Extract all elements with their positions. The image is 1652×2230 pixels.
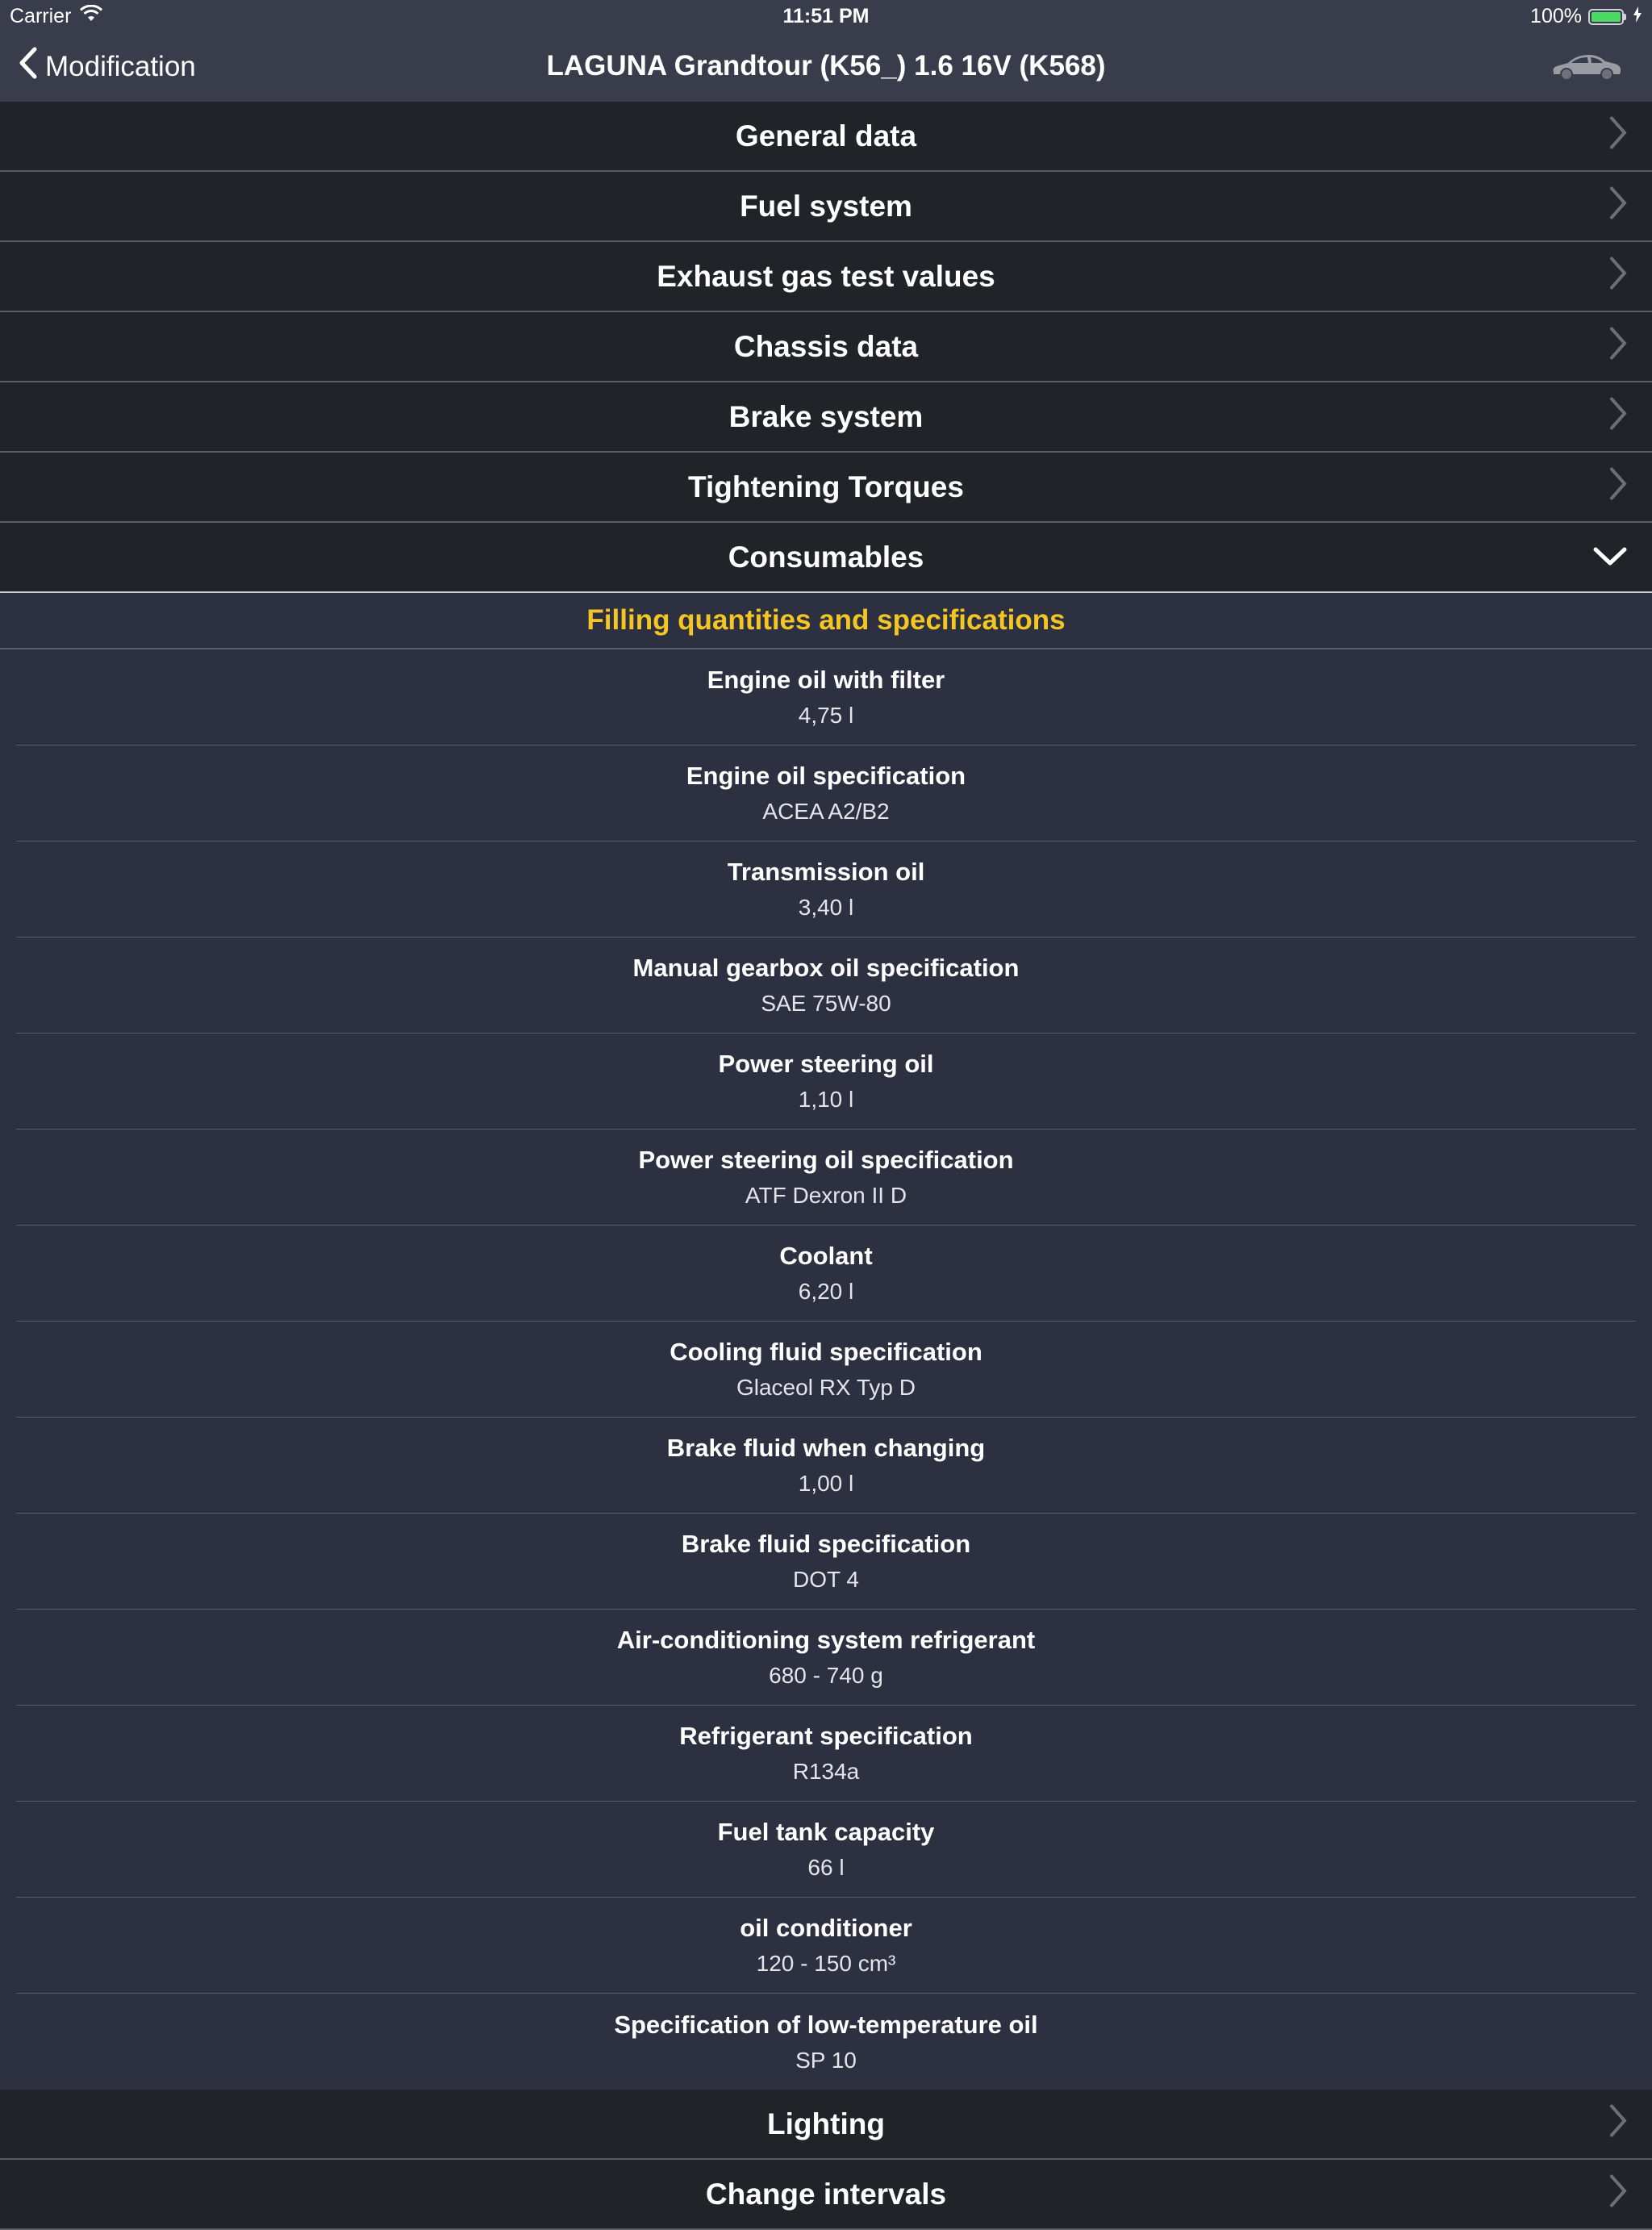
- chevron-right-icon: [1608, 466, 1628, 508]
- car-icon[interactable]: [1549, 50, 1623, 86]
- list-item: Engine oil with filter 4,75 l: [16, 649, 1636, 745]
- item-value: 6,20 l: [798, 1279, 854, 1304]
- chevron-down-icon: [1592, 541, 1628, 574]
- chevron-right-icon: [1608, 255, 1628, 298]
- list-item: Brake fluid when changing 1,00 l: [16, 1418, 1636, 1514]
- item-label: Engine oil with filter: [707, 666, 945, 694]
- item-value: 66 l: [807, 1855, 845, 1880]
- list-item: Coolant 6,20 l: [16, 1226, 1636, 1322]
- chevron-right-icon: [1608, 2103, 1628, 2145]
- list-item: Refrigerant specification R134a: [16, 1706, 1636, 1802]
- list-item: Power steering oil 1,10 l: [16, 1034, 1636, 1130]
- category-list: General data Fuel system Exhaust gas tes…: [0, 102, 1652, 2230]
- list-item: Engine oil specification ACEA A2/B2: [16, 745, 1636, 841]
- item-label: Fuel tank capacity: [717, 1818, 935, 1846]
- category-row-exhaust-gas[interactable]: Exhaust gas test values: [0, 242, 1652, 312]
- list-item: oil conditioner 120 - 150 cm³: [16, 1898, 1636, 1994]
- list-item: Manual gearbox oil specification SAE 75W-…: [16, 938, 1636, 1034]
- item-label: Cooling fluid specification: [670, 1338, 982, 1366]
- battery-group: 100%: [1530, 5, 1642, 28]
- section-header: Filling quantities and specifications: [0, 593, 1652, 649]
- item-label: Refrigerant specification: [679, 1722, 973, 1750]
- item-value: ACEA A2/B2: [762, 799, 890, 824]
- item-label: Brake fluid when changing: [666, 1434, 986, 1462]
- chevron-right-icon: [1608, 185, 1628, 228]
- chevron-left-icon: [18, 47, 39, 86]
- chevron-right-icon: [1608, 395, 1628, 438]
- list-item: Transmission oil 3,40 l: [16, 841, 1636, 938]
- section-title: Filling quantities and specifications: [586, 604, 1066, 636]
- category-label: Chassis data: [733, 329, 919, 363]
- category-row-fuel-system[interactable]: Fuel system: [0, 172, 1652, 242]
- item-label: Power steering oil specification: [638, 1146, 1014, 1174]
- item-value: R134a: [792, 1759, 860, 1784]
- item-label: oil conditioner: [740, 1914, 912, 1942]
- back-button[interactable]: Modification: [18, 47, 196, 86]
- category-label: Brake system: [728, 399, 924, 433]
- category-label: General data: [735, 119, 917, 152]
- item-label: Brake fluid specification: [681, 1530, 971, 1558]
- battery-icon: [1588, 8, 1626, 25]
- category-label: Tightening Torques: [688, 470, 964, 503]
- list-item: Fuel tank capacity 66 l: [16, 1802, 1636, 1898]
- item-value: SP 10: [795, 2047, 857, 2073]
- item-value: 120 - 150 cm³: [756, 1951, 896, 1976]
- charging-icon: [1633, 5, 1642, 28]
- item-label: Air-conditioning system refrigerant: [616, 1626, 1036, 1654]
- list-item: Cooling fluid specification Glaceol RX Ty…: [16, 1322, 1636, 1418]
- list-item: Brake fluid specification DOT 4: [16, 1514, 1636, 1610]
- item-value: 3,40 l: [798, 895, 854, 920]
- list-item: Power steering oil specification ATF Dexr…: [16, 1130, 1636, 1226]
- item-value: 1,10 l: [798, 1087, 854, 1112]
- item-value: SAE 75W-80: [761, 991, 891, 1016]
- category-row-lighting[interactable]: Lighting: [0, 2090, 1652, 2160]
- battery-percent: 100%: [1530, 5, 1582, 27]
- item-label: Transmission oil: [727, 858, 925, 886]
- list-item: Air-conditioning system refrigerant 680 -…: [16, 1610, 1636, 1706]
- status-bar: Carrier 11:51 PM 100%: [0, 0, 1652, 32]
- item-value: DOT 4: [793, 1567, 859, 1592]
- chevron-right-icon: [1608, 325, 1628, 368]
- item-label: Manual gearbox oil specification: [632, 954, 1020, 982]
- navigation-bar: Modification LAGUNA Grandtour (K56_) 1.6…: [0, 32, 1652, 102]
- category-row-brake-system[interactable]: Brake system: [0, 382, 1652, 453]
- category-label: Change intervals: [705, 2177, 947, 2211]
- category-row-general-data[interactable]: General data: [0, 102, 1652, 172]
- chevron-right-icon: [1608, 2173, 1628, 2215]
- status-time: 11:51 PM: [782, 5, 870, 27]
- category-row-consumables[interactable]: Consumables: [0, 523, 1652, 593]
- item-label: Specification of low-temperature oil: [614, 2010, 1038, 2039]
- item-label: Power steering oil: [718, 1050, 934, 1078]
- item-value: 680 - 740 g: [769, 1663, 883, 1688]
- item-value: ATF Dexron II D: [745, 1183, 907, 1208]
- category-row-chassis-data[interactable]: Chassis data: [0, 312, 1652, 382]
- back-button-label: Modification: [45, 50, 196, 82]
- chevron-right-icon: [1608, 115, 1628, 157]
- item-value: Glaceol RX Typ D: [736, 1375, 916, 1400]
- category-label: Fuel system: [740, 189, 912, 223]
- category-row-tightening-torques[interactable]: Tightening Torques: [0, 453, 1652, 523]
- category-label: Lighting: [767, 2107, 885, 2140]
- category-label: Exhaust gas test values: [657, 259, 995, 293]
- item-label: Engine oil specification: [686, 762, 966, 790]
- category-list-bottom: Lighting Change intervals: [0, 2090, 1652, 2230]
- category-row-change-intervals[interactable]: Change intervals: [0, 2160, 1652, 2230]
- item-label: Coolant: [779, 1242, 873, 1270]
- category-label: Consumables: [728, 540, 924, 574]
- item-value: 1,00 l: [798, 1471, 854, 1496]
- list-item: Specification of low-temperature oil SP 1…: [16, 1994, 1636, 2090]
- page-title: LAGUNA Grandtour (K56_) 1.6 16V (K568): [546, 50, 1106, 81]
- item-value: 4,75 l: [798, 703, 854, 728]
- consumables-list: Engine oil with filter 4,75 l Engine oil …: [0, 649, 1652, 2090]
